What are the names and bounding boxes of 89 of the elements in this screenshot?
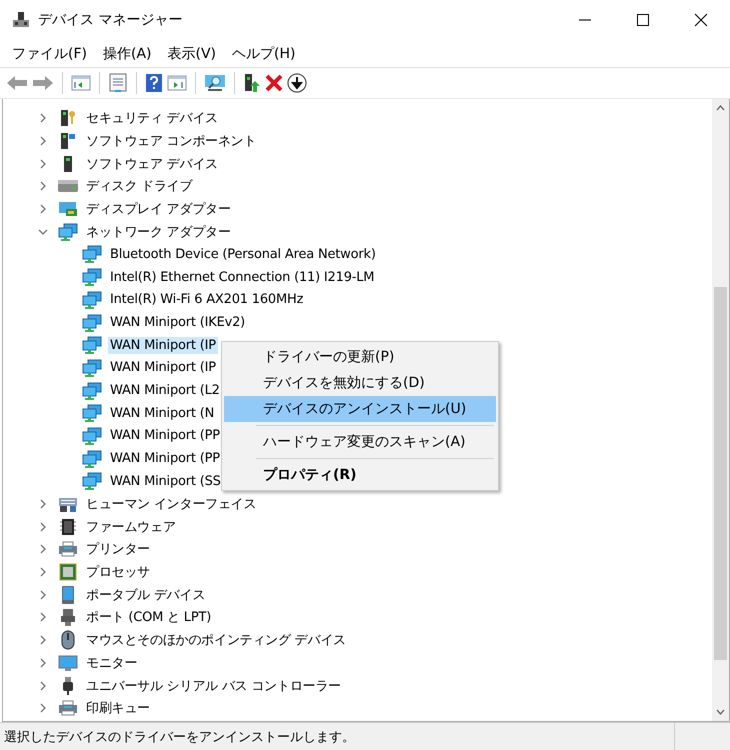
monitor-scan-icon[interactable]: [204, 73, 226, 93]
tree-item[interactable]: プロセッサ: [84, 562, 152, 582]
expand-chevron-icon[interactable]: [38, 113, 48, 124]
driver-update-icon[interactable]: [243, 73, 261, 93]
tree-item[interactable]: WAN Miniport (IKEv2): [108, 314, 248, 332]
network-device-icon: [58, 222, 78, 242]
expand-chevron-icon[interactable]: [38, 544, 48, 554]
scroll-down-icon[interactable]: [716, 709, 725, 715]
network-adapter-icon: [82, 426, 102, 446]
tree-item[interactable]: WAN Miniport (L2: [108, 382, 222, 400]
tree-item[interactable]: ソフトウェア デバイス: [84, 154, 220, 174]
vertical-scrollbar[interactable]: [712, 99, 729, 721]
properties-icon[interactable]: [108, 73, 128, 93]
expand-chevron-icon[interactable]: [38, 136, 48, 146]
network-adapter-icon: [82, 335, 102, 356]
expand-chevron-icon[interactable]: [38, 158, 48, 169]
expand-chevron-icon[interactable]: [38, 181, 48, 192]
network-adapter-icon: [82, 403, 102, 424]
delete-icon[interactable]: [265, 74, 283, 92]
network-adapter-icon: [82, 290, 102, 310]
expand-chevron-icon[interactable]: [38, 635, 48, 646]
context-menu-item[interactable]: プロパティ(R): [224, 462, 496, 488]
monitor-device-icon: [58, 652, 78, 673]
firmware-device-icon: [58, 516, 78, 537]
menu-item[interactable]: 操作(A): [96, 44, 158, 62]
context-menu-item[interactable]: ドライバーの更新(P): [224, 344, 496, 370]
tree-item[interactable]: ディスク ドライブ: [84, 176, 194, 196]
tree-item[interactable]: ネットワーク アダプター: [84, 222, 233, 242]
tree-item[interactable]: WAN Miniport (N: [108, 404, 216, 422]
tree-item[interactable]: ディスプレイ アダプター: [84, 199, 233, 220]
console-tree-icon[interactable]: [71, 74, 91, 92]
network-adapter-icon: [82, 380, 102, 401]
close-icon[interactable]: [694, 13, 708, 27]
scrollbar-thumb[interactable]: [714, 287, 727, 660]
tree-item[interactable]: ポータブル デバイス: [84, 584, 208, 605]
processor-device-icon: [58, 562, 78, 582]
tree-item[interactable]: ポート (COM と LPT): [84, 607, 214, 628]
tree-item[interactable]: Intel(R) Wi-Fi 6 AX201 160MHz: [108, 291, 306, 308]
expand-chevron-icon[interactable]: [38, 612, 48, 622]
maximize-icon[interactable]: [636, 13, 650, 27]
network-adapter-icon: [82, 358, 102, 378]
action-pane-icon[interactable]: [167, 74, 187, 92]
menu-item[interactable]: 表示(V): [162, 44, 222, 62]
context-menu-item[interactable]: ハードウェア変更のスキャン(A): [224, 429, 496, 455]
expand-chevron-icon[interactable]: [38, 680, 48, 691]
tree-item[interactable]: モニター: [84, 652, 140, 673]
tree-item[interactable]: WAN Miniport (SS: [108, 472, 223, 490]
network-adapter-icon: [82, 448, 102, 469]
scroll-up-icon[interactable]: [716, 105, 725, 111]
tree-item[interactable]: ヒューマン インターフェイス: [84, 494, 258, 514]
tree-item[interactable]: ユニバーサル シリアル バス コントローラー: [84, 676, 343, 696]
device-manager-icon: [12, 11, 30, 29]
tree-item[interactable]: セキュリティ デバイス: [84, 108, 220, 128]
expand-chevron-icon[interactable]: [38, 499, 48, 510]
tree-item[interactable]: ソフトウェア コンポーネント: [84, 131, 258, 152]
expand-chevron-icon[interactable]: [38, 204, 48, 214]
tree-item[interactable]: WAN Miniport (IP: [108, 359, 218, 376]
tree-item[interactable]: Bluetooth Device (Personal Area Network): [108, 246, 378, 263]
window-title: デバイス マネージャー: [38, 11, 182, 29]
menu-item[interactable]: ヘルプ(H): [226, 44, 302, 62]
port-device-icon: [58, 607, 78, 628]
tree-item[interactable]: ファームウェア: [84, 516, 178, 537]
download-icon[interactable]: [287, 73, 307, 93]
expand-chevron-icon[interactable]: [38, 567, 48, 578]
network-adapter-icon: [82, 267, 102, 288]
component-device-icon: [58, 131, 78, 152]
context-menu-item[interactable]: デバイスのアンインストール(U): [224, 396, 496, 422]
tree-item[interactable]: 印刷キュー: [84, 698, 152, 718]
printer-device-icon: [58, 539, 78, 560]
context-menu-item[interactable]: デバイスを無効にする(D): [224, 370, 496, 396]
network-adapter-icon: [82, 471, 102, 492]
tree-item[interactable]: WAN Miniport (PP: [108, 427, 222, 444]
network-adapter-icon: [82, 312, 102, 333]
security-device-icon: [58, 108, 78, 128]
help-icon[interactable]: [145, 73, 163, 93]
expand-chevron-icon[interactable]: [38, 590, 48, 600]
printer-device-icon: [58, 698, 78, 718]
tree-item[interactable]: Intel(R) Ethernet Connection (11) I219-LM: [108, 268, 376, 286]
tree-item[interactable]: プリンター: [84, 539, 152, 560]
expand-chevron-icon[interactable]: [38, 658, 48, 668]
expand-chevron-icon[interactable]: [38, 522, 48, 532]
network-adapter-icon: [82, 244, 102, 264]
tree-item[interactable]: マウスとそのほかのポインティング デバイス: [84, 630, 348, 650]
status-text: 選択したデバイスのドライバーをアンインストールします。: [3, 728, 356, 746]
collapse-chevron-icon[interactable]: [38, 226, 48, 237]
tree-item[interactable]: WAN Miniport (PP: [108, 450, 222, 468]
expand-chevron-icon[interactable]: [38, 703, 48, 714]
tree-item[interactable]: WAN Miniport (IP: [108, 336, 218, 354]
menu-item[interactable]: ファイル(F): [6, 44, 93, 62]
